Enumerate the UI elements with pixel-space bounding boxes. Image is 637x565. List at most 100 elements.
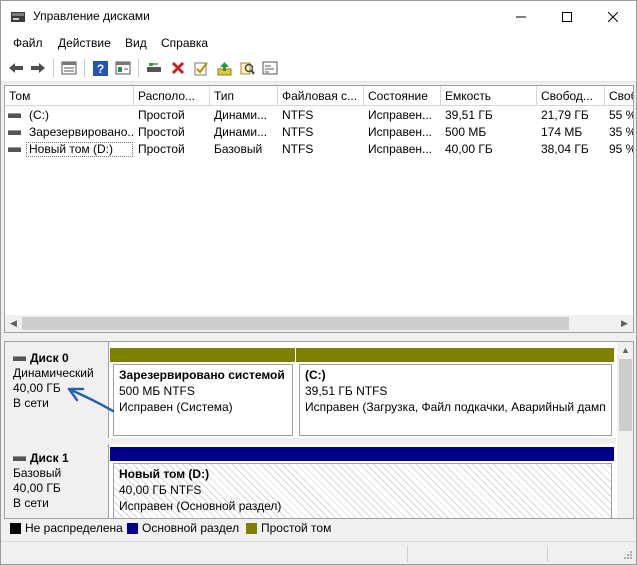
volume-list-header: Том Располо... Тип Файловая с... Состоян… xyxy=(5,86,633,106)
connect-button[interactable] xyxy=(145,59,163,77)
cell-filesystem: NTFS xyxy=(282,108,314,122)
connect-icon xyxy=(147,63,161,72)
cell-capacity: 500 МБ xyxy=(445,125,487,139)
cell-status: Исправен... xyxy=(368,108,433,122)
disk-0-title-text: Диск 0 xyxy=(30,351,69,365)
menu-file[interactable]: Файл xyxy=(13,36,43,50)
upload-button[interactable] xyxy=(215,59,233,77)
menu-help[interactable]: Справка xyxy=(161,36,208,50)
horizontal-scrollbar[interactable]: ◀ ▶ xyxy=(5,315,633,332)
cell-layout: Простой xyxy=(138,108,185,122)
volume-list[interactable]: Том Располо... Тип Файловая с... Состоян… xyxy=(4,85,634,333)
maximize-icon xyxy=(562,12,572,23)
scroll-left-icon[interactable]: ◀ xyxy=(5,315,22,332)
cell-free-percent: 55 % xyxy=(609,108,634,122)
partition-size: 500 МБ NTFS xyxy=(119,384,195,398)
disk-1-info[interactable]: Диск 1 Базовый 40,00 ГБ В сети xyxy=(5,444,109,518)
disk-graphical-view: Диск 0 Динамический 40,00 ГБ В сети Заре… xyxy=(4,341,634,519)
title-bar: Управление дисками xyxy=(1,1,636,32)
cell-capacity: 39,51 ГБ xyxy=(445,108,493,122)
disk-0-title: Диск 0 xyxy=(13,351,69,365)
legend-label-simple: Простой том xyxy=(261,521,332,535)
cell-layout: Простой xyxy=(138,125,185,139)
partition-reserved[interactable]: Зарезервировано системой 500 МБ NTFS Исп… xyxy=(110,348,295,438)
partition-status: Исправен (Система) xyxy=(119,400,233,414)
scroll-up-icon[interactable]: ▲ xyxy=(617,342,633,359)
disk-0-size: 40,00 ГБ xyxy=(13,381,61,395)
column-header-free-percent[interactable]: Своб xyxy=(605,86,633,106)
table-row[interactable]: (C:) Простой Динами... NTFS Исправен... … xyxy=(5,107,634,124)
scroll-right-icon[interactable]: ▶ xyxy=(616,315,633,332)
menu-action[interactable]: Действие xyxy=(58,36,111,50)
disk-0-type: Динамический xyxy=(13,366,94,380)
disk-1-title: Диск 1 xyxy=(13,451,69,465)
column-header-free-space[interactable]: Свобод... xyxy=(537,86,605,106)
delete-button[interactable] xyxy=(169,59,187,77)
minimize-icon xyxy=(516,16,526,18)
status-divider xyxy=(407,545,408,562)
cell-type: Базовый xyxy=(214,142,263,156)
toolbar-separator xyxy=(53,59,54,77)
partition-d[interactable]: Новый том (D:) 40,00 ГБ NTFS Исправен (О… xyxy=(110,447,614,518)
vertical-scrollbar[interactable]: ▲ xyxy=(617,342,633,518)
upload-icon xyxy=(217,61,231,75)
disk-management-window: Управление дисками Файл Действие Вид Спр… xyxy=(0,0,637,565)
legend-swatch-primary xyxy=(127,523,138,534)
resize-grip-icon[interactable] xyxy=(621,550,633,562)
legend-swatch-unallocated xyxy=(10,523,21,534)
search-button[interactable] xyxy=(238,59,256,77)
table-row[interactable]: Зарезервировано... Простой Динами... NTF… xyxy=(5,124,633,141)
disk-0-status: В сети xyxy=(13,396,49,410)
cell-volume: Новый том (D:) xyxy=(25,141,134,158)
forward-arrow-icon xyxy=(31,63,45,73)
cell-volume: Зарезервировано... xyxy=(29,125,134,139)
disk-1-type: Базовый xyxy=(13,466,62,480)
volume-icon xyxy=(8,147,21,152)
cell-volume: (C:) xyxy=(29,108,49,122)
help-button[interactable]: ? xyxy=(91,59,109,77)
partition-c[interactable]: (C:) 39,51 ГБ NTFS Исправен (Загрузка, Ф… xyxy=(296,348,614,438)
cell-status: Исправен... xyxy=(368,125,433,139)
scroll-thumb[interactable] xyxy=(619,359,632,431)
back-button[interactable] xyxy=(7,59,25,77)
partition-color-bar xyxy=(110,348,295,362)
close-button[interactable] xyxy=(590,1,636,32)
column-header-filesystem[interactable]: Файловая с... xyxy=(278,86,364,106)
partition-size: 40,00 ГБ NTFS xyxy=(119,483,202,497)
scroll-thumb[interactable] xyxy=(22,317,569,330)
delete-icon xyxy=(171,61,185,75)
check-button[interactable] xyxy=(192,59,210,77)
close-icon xyxy=(607,11,619,23)
partition-title: (C:) xyxy=(305,368,326,382)
toolbar-separator xyxy=(84,59,85,77)
forward-button[interactable] xyxy=(29,59,47,77)
column-header-layout[interactable]: Располо... xyxy=(134,86,210,106)
volume-icon xyxy=(8,113,21,118)
cell-layout: Простой xyxy=(138,142,185,156)
cell-filesystem: NTFS xyxy=(282,125,314,139)
volume-icon xyxy=(8,130,21,135)
cell-free-percent: 95 % xyxy=(609,142,634,156)
search-icon xyxy=(240,62,255,75)
column-header-type[interactable]: Тип xyxy=(210,86,278,106)
column-header-status[interactable]: Состояние xyxy=(364,86,441,106)
toolbar: ? xyxy=(1,54,636,82)
column-header-capacity[interactable]: Емкость xyxy=(441,86,537,106)
disk-0-info[interactable]: Диск 0 Динамический 40,00 ГБ В сети xyxy=(5,342,109,438)
table-row[interactable]: Новый том (D:) Простой Базовый NTFS Испр… xyxy=(5,141,634,158)
partition-box-selected: Новый том (D:) 40,00 ГБ NTFS Исправен (О… xyxy=(113,463,612,518)
menu-view[interactable]: Вид xyxy=(125,36,147,50)
cell-filesystem: NTFS xyxy=(282,142,314,156)
cell-free-space: 21,79 ГБ xyxy=(541,108,589,122)
minimize-button[interactable] xyxy=(498,1,544,32)
volume-list-button[interactable] xyxy=(60,59,78,77)
settings-button[interactable] xyxy=(261,59,279,77)
column-header-volume[interactable]: Том xyxy=(5,86,134,106)
properties-button[interactable] xyxy=(114,59,132,77)
partition-size: 39,51 ГБ NTFS xyxy=(305,384,388,398)
maximize-button[interactable] xyxy=(544,1,590,32)
partition-color-bar xyxy=(110,447,614,461)
partition-box: (C:) 39,51 ГБ NTFS Исправен (Загрузка, Ф… xyxy=(299,364,612,436)
legend: Не распределена Основной раздел Простой … xyxy=(4,519,634,539)
status-bar xyxy=(1,541,636,564)
